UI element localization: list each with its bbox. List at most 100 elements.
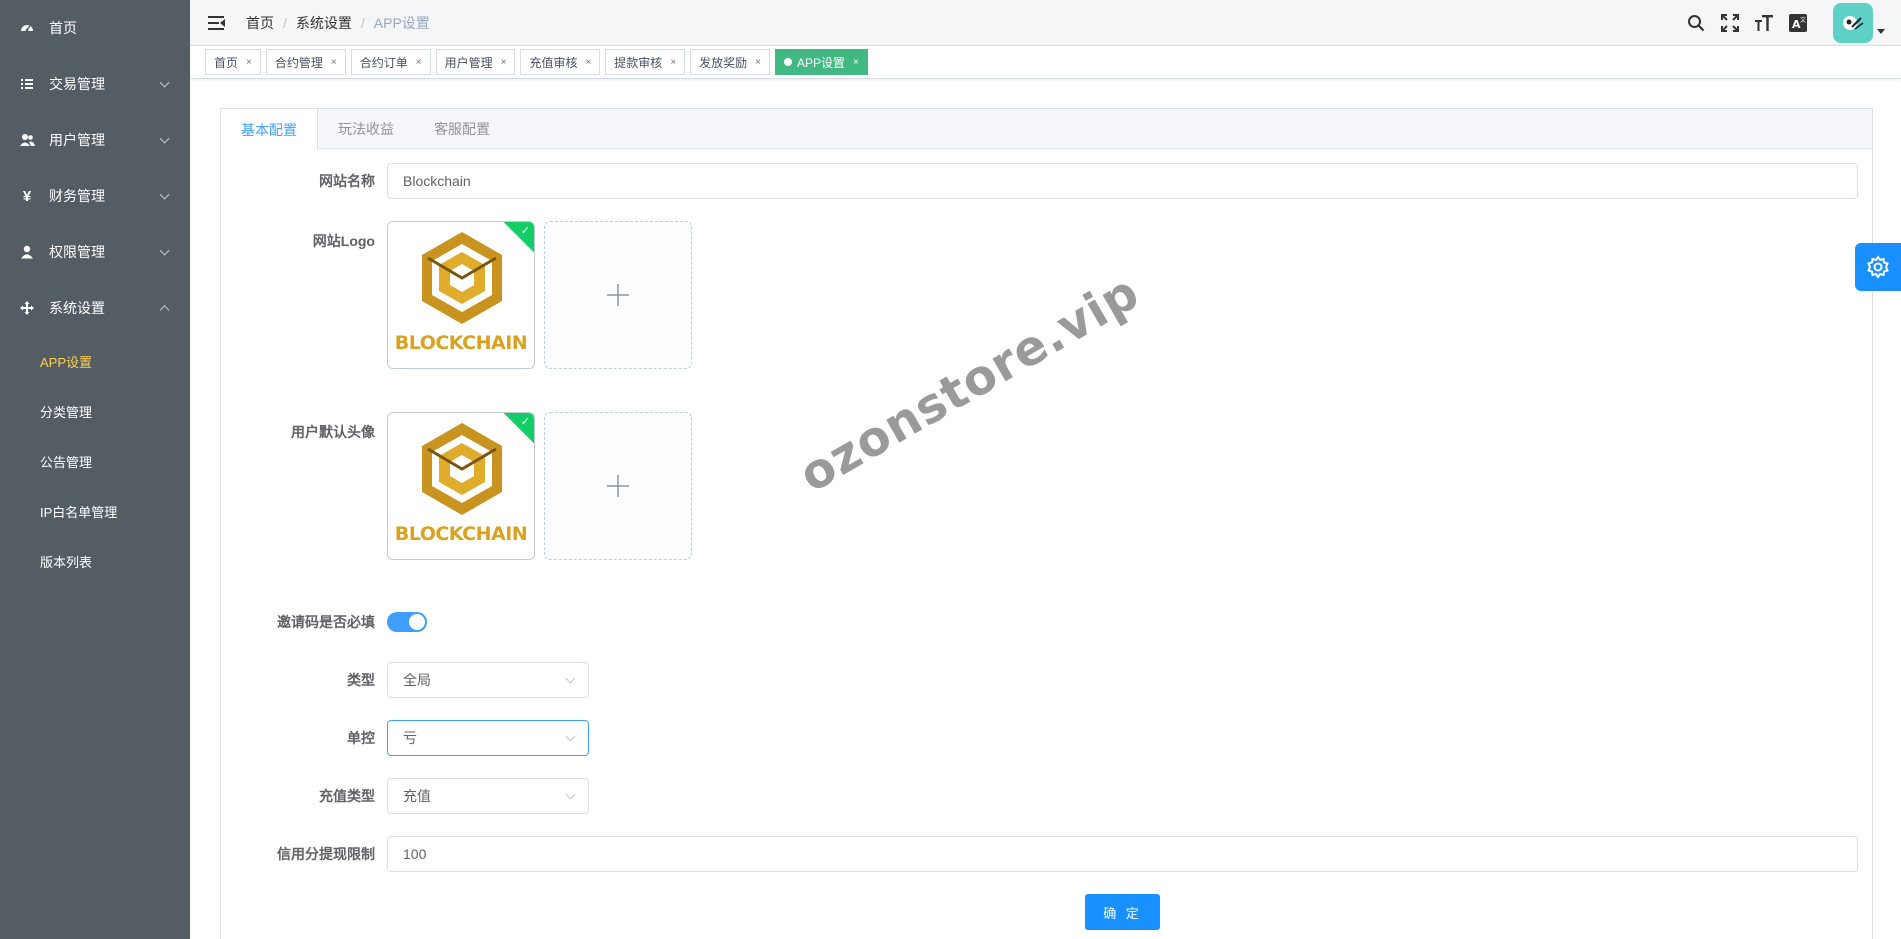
check-icon: ✓ [520,225,530,237]
site-name-label: 网站名称 [319,173,375,189]
font-size-icon[interactable] [1753,12,1775,34]
form-row-invite-required: 邀请码是否必填 [221,604,427,640]
submenu-item-category[interactable]: 分类管理 [0,386,190,436]
tag-recharge-review[interactable]: 充值审核 × [520,49,601,75]
submit-button[interactable]: 确 定 [1085,894,1160,930]
form-row-recharge-type: 充值类型 充值 [221,778,589,814]
plus-icon [607,475,629,497]
invite-required-switch[interactable] [387,612,427,632]
invite-required-label: 邀请码是否必填 [277,614,375,630]
sidebar-item-home[interactable]: 首页 [0,0,190,56]
site-name-input[interactable]: Blockchain [387,163,1858,199]
form-row-credit-limit: 信用分提现限制 100 [221,836,1858,872]
close-icon[interactable]: × [755,57,761,68]
caret-down-icon[interactable] [1877,29,1885,34]
tags-view: 首页 × 合约管理 × 合约订单 × 用户管理 × 充值审核 × 提款审核 × 发放奖励 × … [190,45,1901,79]
sidebar-item-label: 用户管理 [49,132,105,148]
sidebar-item-finance[interactable]: ¥ 财务管理 [0,168,190,224]
chevron-down-icon [565,673,576,684]
tab-gameplay-income[interactable]: 玩法收益 [318,109,414,149]
default-avatar-label: 用户默认头像 [291,424,375,440]
tag-contract[interactable]: 合约管理 × [265,49,346,75]
move-icon [19,300,35,316]
form-row-type: 类型 全局 [221,662,589,698]
tab-basic[interactable]: 基本配置 [221,109,318,150]
check-icon: ✓ [520,416,530,428]
sidebar-item-label: 财务管理 [49,188,105,204]
close-icon[interactable]: × [501,57,507,68]
tag-rewards[interactable]: 发放奖励 × [690,49,771,75]
yen-icon: ¥ [22,187,32,205]
avatar[interactable] [1833,2,1873,43]
list-icon [19,76,35,92]
tag-withdraw-review[interactable]: 提款审核 × [605,49,686,75]
tag-contract-orders[interactable]: 合约订单 × [350,49,431,75]
recharge-type-select[interactable]: 充值 [387,778,589,814]
chevron-down-icon [565,789,576,800]
translate-icon[interactable]: A文 [1787,12,1809,34]
form-row-site-name: 网站名称 Blockchain [221,163,1858,199]
svg-text:文: 文 [1800,16,1806,24]
dashboard-icon [19,20,35,36]
close-icon[interactable]: × [853,57,859,68]
settings-card: 基本配置 玩法收益 客服配置 网站名称 Blockchain 网站Logo BL… [220,108,1873,939]
close-icon[interactable]: × [246,57,252,68]
submenu-item-versions[interactable]: 版本列表 [0,536,190,586]
hamburger-icon[interactable] [208,15,225,30]
submenu-item-notice[interactable]: 公告管理 [0,436,190,486]
breadcrumb-current: APP设置 [373,14,430,31]
chevron-down-icon [159,189,170,200]
chevron-down-icon [565,731,576,742]
credit-limit-input[interactable]: 100 [387,836,1858,872]
breadcrumb: 首页 / 系统设置 / APP设置 [246,13,430,33]
submenu-item-app-settings[interactable]: APP设置 [0,336,190,386]
chevron-down-icon [159,245,170,256]
gear-icon [1867,255,1889,279]
sidebar-item-label: 权限管理 [49,244,105,260]
type-select[interactable]: 全局 [387,662,589,698]
close-icon[interactable]: × [585,57,591,68]
site-logo-label: 网站Logo [312,233,375,249]
tabs-bar: 基本配置 玩法收益 客服配置 [221,109,1872,150]
single-control-select[interactable]: 亏 [387,720,589,756]
sidebar-item-label: 交易管理 [49,76,105,92]
close-icon[interactable]: × [670,57,676,68]
sidebar: 首页 交易管理 用户管理 ¥ 财务管理 权限管理 系统设置 APP设置 分类管理… [0,0,190,939]
sidebar-item-system[interactable]: 系统设置 [0,280,190,336]
plus-icon [607,284,629,306]
close-icon[interactable]: × [331,57,337,68]
user-icon [19,244,35,260]
close-icon[interactable]: × [416,57,422,68]
fullscreen-icon[interactable] [1719,12,1741,34]
sidebar-item-trade[interactable]: 交易管理 [0,56,190,112]
form-row-default-avatar: 用户默认头像 BLOCKCHAIN ✓ [221,412,692,560]
credit-limit-label: 信用分提现限制 [277,846,375,862]
site-logo-upload-button[interactable] [544,221,692,369]
active-dot [784,58,793,66]
logo-text: BLOCKCHAIN [394,523,528,545]
chevron-down-icon [159,77,170,88]
sidebar-item-users[interactable]: 用户管理 [0,112,190,168]
header-actions: A文 [1685,0,1901,45]
form-row-site-logo: 网站Logo BLOCKCHAIN ✓ [221,221,692,369]
type-label: 类型 [347,672,375,688]
logo-text: BLOCKCHAIN [394,332,528,354]
form-row-single-control: 单控 亏 [221,720,589,756]
breadcrumb-home[interactable]: 首页 [246,13,274,33]
recharge-type-label: 充值类型 [319,788,375,804]
navbar: 首页 / 系统设置 / APP设置 A文 [190,0,1901,45]
single-control-label: 单控 [347,730,375,746]
search-icon[interactable] [1685,12,1707,34]
tag-users[interactable]: 用户管理 × [435,49,516,75]
settings-fab[interactable] [1855,243,1901,291]
submenu-item-ip-whitelist[interactable]: IP白名单管理 [0,486,190,536]
default-avatar-thumb[interactable]: BLOCKCHAIN ✓ [387,412,535,560]
tag-app-settings[interactable]: APP设置 × [775,49,868,75]
sidebar-item-permission[interactable]: 权限管理 [0,224,190,280]
default-avatar-upload-button[interactable] [544,412,692,560]
breadcrumb-system[interactable]: 系统设置 [296,13,352,33]
tab-customer-service[interactable]: 客服配置 [414,109,510,149]
chevron-down-icon [159,133,170,144]
tag-home[interactable]: 首页 × [205,49,261,75]
site-logo-thumb[interactable]: BLOCKCHAIN ✓ [387,221,535,369]
